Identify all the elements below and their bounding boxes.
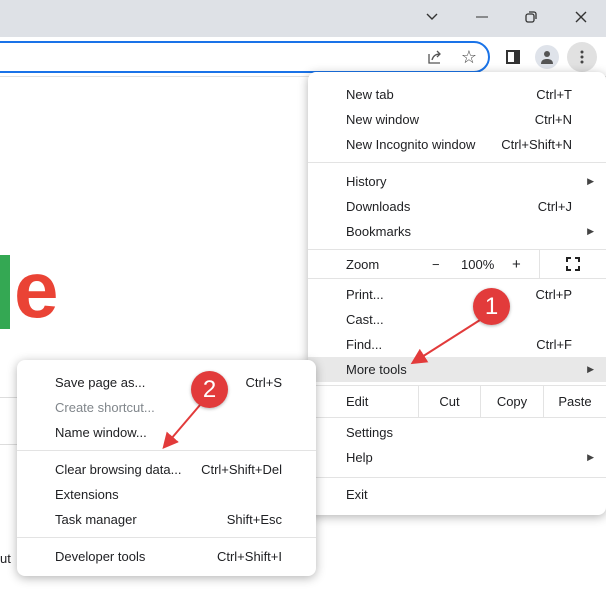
submenu-developer-tools[interactable]: Developer tools Ctrl+Shift+I	[17, 544, 316, 569]
label: Print...	[346, 287, 384, 302]
copy-button[interactable]: Copy	[480, 386, 543, 417]
menu-new-incognito[interactable]: New Incognito window Ctrl+Shift+N	[308, 132, 606, 157]
label: Help	[346, 450, 373, 465]
menu-cast[interactable]: Cast...	[308, 307, 606, 332]
toolbar: ☆	[0, 37, 606, 77]
profile-icon[interactable]	[535, 45, 559, 69]
fullscreen-icon	[566, 257, 580, 271]
label: Zoom	[346, 256, 380, 272]
label: Settings	[346, 425, 393, 440]
divider	[17, 450, 316, 451]
submenu-save-page[interactable]: Save page as... Ctrl+S	[17, 370, 316, 395]
menu-new-tab[interactable]: New tab Ctrl+T	[308, 82, 606, 107]
menu-new-window[interactable]: New window Ctrl+N	[308, 107, 606, 132]
shortcut: Shift+Esc	[226, 512, 282, 527]
menu-help[interactable]: Help ▶	[308, 445, 606, 470]
minimize-icon[interactable]	[468, 6, 496, 28]
more-icon[interactable]	[567, 42, 597, 72]
label: History	[346, 174, 387, 189]
label: Extensions	[55, 487, 119, 502]
label: Exit	[346, 487, 368, 502]
logo-letter-l	[0, 255, 10, 329]
menu-exit[interactable]: Exit	[308, 482, 606, 507]
menu-find[interactable]: Find... Ctrl+F	[308, 332, 606, 357]
shortcut: Ctrl+P	[535, 287, 572, 302]
submenu-arrow-icon: ▶	[587, 176, 594, 186]
star-icon[interactable]: ☆	[457, 45, 481, 69]
menu-print[interactable]: Print... Ctrl+P	[308, 282, 606, 307]
shortcut: Ctrl+Shift+I	[216, 549, 282, 564]
title-bar	[0, 0, 606, 37]
zoom-in-button[interactable]: +	[512, 256, 521, 273]
zoom-out-button[interactable]: −	[432, 257, 440, 272]
restore-icon[interactable]	[517, 6, 545, 28]
submenu-arrow-icon: ▶	[587, 452, 594, 462]
submenu-create-shortcut: Create shortcut...	[17, 395, 316, 420]
shortcut: Ctrl+N	[534, 112, 572, 127]
submenu-arrow-icon: ▶	[587, 364, 594, 374]
menu-downloads[interactable]: Downloads Ctrl+J	[308, 194, 606, 219]
share-icon[interactable]	[423, 45, 447, 69]
submenu-arrow-icon: ▶	[587, 226, 594, 236]
divider	[308, 162, 606, 163]
submenu-task-manager[interactable]: Task manager Shift+Esc	[17, 507, 316, 532]
label: Edit	[346, 394, 369, 409]
label: Name window...	[55, 425, 147, 440]
label: New Incognito window	[346, 137, 476, 152]
submenu-extensions[interactable]: Extensions	[17, 482, 316, 507]
shortcut: Ctrl+F	[536, 337, 572, 352]
more-tools-submenu: Save page as... Ctrl+S Create shortcut...…	[17, 360, 316, 576]
shortcut: Ctrl+T	[536, 87, 572, 102]
menu-bookmarks[interactable]: Bookmarks ▶	[308, 219, 606, 244]
zoom-level: 100%	[461, 256, 495, 272]
address-bar[interactable]	[0, 41, 490, 73]
divider	[308, 417, 606, 418]
menu-edit-row: Edit Cut Copy Paste	[308, 386, 606, 417]
label: Cast...	[346, 312, 384, 327]
shortcut: Ctrl+Shift+Del	[201, 462, 282, 477]
label: Developer tools	[55, 549, 146, 564]
close-icon[interactable]	[567, 6, 595, 28]
step2-badge: 2	[191, 371, 228, 408]
shortcut: Ctrl+S	[245, 375, 282, 390]
side-panel-icon[interactable]	[501, 45, 525, 69]
label: Downloads	[346, 199, 411, 214]
shortcut: Ctrl+J	[537, 199, 572, 214]
menu-settings[interactable]: Settings	[308, 420, 606, 445]
divider	[308, 477, 606, 478]
shortcut: Ctrl+Shift+N	[501, 137, 572, 152]
cut-button[interactable]: Cut	[418, 386, 480, 417]
label: Bookmarks	[346, 224, 412, 239]
label: Save page as...	[55, 375, 146, 390]
partial-text: ut	[0, 551, 11, 566]
divider	[17, 537, 316, 538]
chevron-down-icon[interactable]	[418, 6, 446, 28]
label: Find...	[346, 337, 383, 352]
submenu-name-window[interactable]: Name window...	[17, 420, 316, 445]
label: New window	[346, 112, 419, 127]
label: Create shortcut...	[55, 400, 155, 415]
step1-badge: 1	[473, 288, 510, 325]
fullscreen-button[interactable]	[539, 250, 606, 278]
menu-more-tools[interactable]: More tools ▶	[308, 357, 606, 382]
menu-zoom-row: Zoom − 100% +	[308, 250, 606, 278]
divider	[308, 278, 606, 279]
menu-history[interactable]: History ▶	[308, 169, 606, 194]
logo-letter-e: e	[14, 245, 59, 334]
label: Clear browsing data...	[55, 462, 182, 477]
submenu-clear-browsing-data[interactable]: Clear browsing data... Ctrl+Shift+Del	[17, 457, 316, 482]
label: Task manager	[55, 512, 137, 527]
chrome-main-menu: New tab Ctrl+T New window Ctrl+N New Incog…	[308, 72, 606, 515]
paste-button[interactable]: Paste	[543, 386, 606, 417]
label: New tab	[346, 87, 394, 102]
label: More tools	[346, 362, 407, 377]
